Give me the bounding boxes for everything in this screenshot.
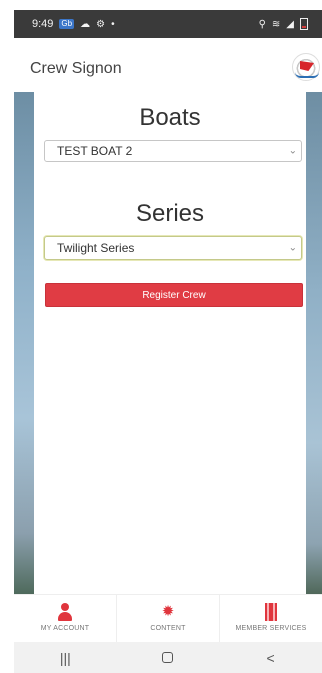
background-image-left (14, 92, 34, 594)
background-image-right (306, 92, 322, 594)
system-navigation-bar: ||| < (14, 642, 322, 673)
settings-icon: ⚙ (96, 18, 106, 30)
status-time: 9:49 (32, 18, 54, 30)
app-header: Crew Signon (14, 38, 322, 92)
dot-icon: • (111, 18, 115, 30)
recents-button[interactable]: ||| (45, 650, 85, 666)
page-title: Crew Signon (30, 60, 122, 77)
building-icon (263, 603, 279, 621)
battery-icon (300, 18, 308, 30)
bottom-nav: MY ACCOUNT ✹ CONTENT MEMBER SERVICES (14, 594, 322, 642)
status-bar: 9:49 Gb ☁ ⚙ • ⚲ ≋ ◢ (14, 10, 322, 38)
home-icon (162, 651, 174, 663)
status-right: ⚲ ≋ ◢ (259, 18, 308, 30)
series-select-value: Twilight Series (57, 241, 135, 255)
signon-card: Boats TEST BOAT 2 ⌄ Series Twilight Seri… (34, 92, 306, 594)
status-left: 9:49 Gb ☁ ⚙ • (32, 18, 115, 30)
wifi-icon: ≋ (271, 18, 281, 30)
boats-title: Boats (139, 104, 201, 131)
nav-label: CONTENT (150, 625, 186, 632)
boat-select[interactable]: TEST BOAT 2 ⌄ (44, 140, 302, 162)
home-button[interactable] (148, 650, 188, 666)
signal-icon: ◢ (286, 18, 294, 30)
nav-content[interactable]: ✹ CONTENT (116, 595, 219, 642)
person-icon (57, 603, 73, 621)
series-select[interactable]: Twilight Series ⌄ (44, 236, 302, 260)
chevron-down-icon: ⌄ (288, 242, 297, 254)
nav-label: MEMBER SERVICES (235, 625, 307, 632)
back-button[interactable]: < (251, 650, 291, 666)
flag-icon (300, 61, 314, 71)
logo-ring (295, 72, 319, 78)
boat-select-value: TEST BOAT 2 (57, 144, 133, 158)
register-crew-button[interactable]: Register Crew (45, 283, 303, 307)
notification-badge: Gb (59, 19, 75, 29)
nav-label: MY ACCOUNT (40, 625, 90, 632)
nav-member-services[interactable]: MEMBER SERVICES (219, 595, 322, 642)
nav-my-account[interactable]: MY ACCOUNT (14, 595, 116, 642)
location-icon: ⚲ (258, 18, 266, 30)
chevron-down-icon: ⌄ (288, 145, 297, 157)
club-logo-icon[interactable] (292, 53, 320, 81)
gear-icon: ✹ (161, 603, 175, 620)
cloud-icon: ☁ (80, 18, 91, 30)
series-title: Series (135, 200, 205, 227)
